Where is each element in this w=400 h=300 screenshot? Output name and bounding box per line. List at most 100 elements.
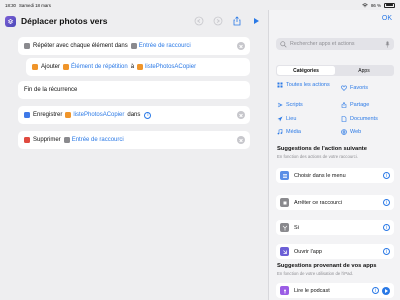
info-icon[interactable]: i (372, 287, 379, 294)
action-save-to-album[interactable]: Enregistrer listePhotosACopier dans i (18, 106, 250, 124)
category-location[interactable]: Lieu (277, 116, 296, 123)
category-label: Documents (350, 116, 378, 122)
suggestion-choose-from-menu[interactable]: Choisir dans le menu i (276, 168, 394, 183)
undo-button[interactable] (192, 14, 206, 28)
category-label: Scripts (286, 102, 303, 108)
menu-icon (280, 171, 289, 180)
variable-icon (65, 112, 72, 118)
battery-icon (384, 2, 395, 8)
branch-icon (280, 223, 289, 232)
variable-token[interactable]: listePhotosACopier (137, 64, 196, 70)
suggestion-play-podcast[interactable]: Lire le podcast i (276, 283, 394, 298)
share-button[interactable] (230, 14, 244, 28)
token-label: Entrée de raccourci (138, 43, 191, 49)
action-label: Ajouter (41, 64, 61, 70)
remove-action-button[interactable] (237, 111, 245, 119)
run-button[interactable] (249, 14, 263, 28)
token-label: Élément de répétition (71, 64, 128, 70)
variable-token[interactable]: listePhotosACopier (65, 112, 124, 118)
location-icon (277, 116, 283, 122)
suggestion-open-app[interactable]: Ouvrir l'app i (276, 244, 394, 259)
redo-icon (213, 16, 223, 26)
action-connector: à (130, 64, 135, 70)
undo-icon (194, 16, 204, 26)
suggestion-label: Arrêter ce raccourci (294, 199, 342, 206)
podcast-icon (280, 286, 289, 295)
category-media[interactable]: Média (277, 129, 301, 136)
token-label: listePhotosACopier (73, 112, 125, 118)
suggestion-label: Lire le podcast (294, 287, 330, 294)
category-share[interactable]: Partage (341, 102, 369, 109)
library-segmented-control: Catégories Apps (276, 65, 394, 76)
shortcut-input-icon (63, 137, 70, 143)
music-icon (277, 129, 283, 135)
action-end-repeat[interactable]: Fin de la récurrence (18, 81, 250, 99)
category-label: Web (350, 129, 362, 135)
category-label: Média (286, 129, 301, 135)
info-icon[interactable]: i (383, 199, 390, 206)
tab-categories[interactable]: Catégories (277, 66, 335, 75)
suggestion-stop-shortcut[interactable]: Arrêter ce raccourci i (276, 195, 394, 210)
play-button[interactable] (382, 286, 390, 295)
category-scripts[interactable]: Scripts (277, 102, 303, 109)
remove-action-button[interactable] (237, 136, 245, 144)
photos-icon (24, 137, 30, 143)
category-label: Lieu (286, 116, 297, 122)
category-label: Partage (350, 102, 370, 108)
stop-icon (280, 198, 289, 207)
editor-toolbar: Déplacer photos vers (0, 10, 268, 32)
actions-library-panel: OK Rechercher apps et actions Catégories… (268, 10, 400, 300)
shortcut-input-icon (130, 43, 137, 49)
remove-action-button[interactable] (237, 42, 245, 50)
repeat-item-icon (63, 64, 70, 70)
all-actions-icon (277, 82, 283, 88)
battery-percent: 86 % (370, 2, 381, 8)
globe-icon (341, 129, 347, 135)
variable-icon (32, 64, 38, 70)
shortcut-title[interactable]: Déplacer photos vers (21, 16, 187, 26)
variable-token[interactable]: Entrée de raccourci (63, 137, 124, 143)
redo-button[interactable] (211, 14, 225, 28)
action-delete-photos[interactable]: Supprimer Entrée de raccourci (18, 131, 250, 149)
variable-token[interactable]: Entrée de raccourci (130, 43, 191, 49)
variable-icon (137, 64, 144, 70)
category-documents[interactable]: Documents (341, 116, 378, 123)
action-add-to-variable[interactable]: Ajouter Élément de répétition à listePho… (26, 58, 250, 76)
action-label: Répéter avec chaque élément dans (33, 43, 128, 49)
info-icon[interactable]: i (383, 248, 390, 255)
share-icon (341, 102, 347, 108)
variable-token[interactable]: Élément de répétition (63, 64, 128, 70)
share-icon (233, 16, 241, 26)
token-label: listePhotosACopier (145, 64, 197, 70)
info-icon[interactable]: i (144, 111, 152, 119)
app-suggestions-subtitle: En fonction de votre utilisation de l'iP… (277, 271, 354, 276)
suggestion-label: Ouvrir l'app (294, 248, 322, 255)
category-all-actions[interactable]: Toutes les actions (277, 82, 333, 89)
next-action-suggestions-title: Suggestions de l'action suivante (277, 146, 367, 152)
search-icon (280, 40, 287, 48)
scripts-icon (277, 102, 283, 108)
repeat-icon (24, 43, 30, 49)
suggestion-label: Choisir dans le menu (294, 172, 346, 179)
action-connector: dans (127, 112, 141, 118)
suggestion-label: Si (294, 224, 299, 231)
ok-button[interactable]: OK (382, 15, 392, 22)
action-label: Supprimer (33, 137, 61, 143)
action-repeat-each[interactable]: Répéter avec chaque élément dans Entrée … (18, 37, 250, 55)
shortcut-icon[interactable] (5, 15, 16, 27)
info-icon[interactable]: i (383, 172, 390, 179)
action-label: Fin de la récurrence (24, 87, 78, 93)
tab-apps[interactable]: Apps (335, 66, 393, 75)
category-web[interactable]: Web (341, 129, 361, 136)
search-placeholder: Rechercher apps et actions (290, 41, 355, 47)
info-icon[interactable]: i (383, 224, 390, 231)
suggestion-if[interactable]: Si i (276, 220, 394, 235)
category-favorites[interactable]: Favoris (341, 85, 368, 92)
search-input[interactable]: Rechercher apps et actions (276, 38, 394, 50)
document-icon (341, 116, 347, 122)
app-icon (280, 247, 289, 256)
microphone-icon[interactable] (385, 40, 390, 48)
play-icon (254, 18, 259, 24)
app-suggestions-title: Suggestions provenant de vos apps (277, 263, 377, 269)
photos-icon (24, 112, 30, 118)
